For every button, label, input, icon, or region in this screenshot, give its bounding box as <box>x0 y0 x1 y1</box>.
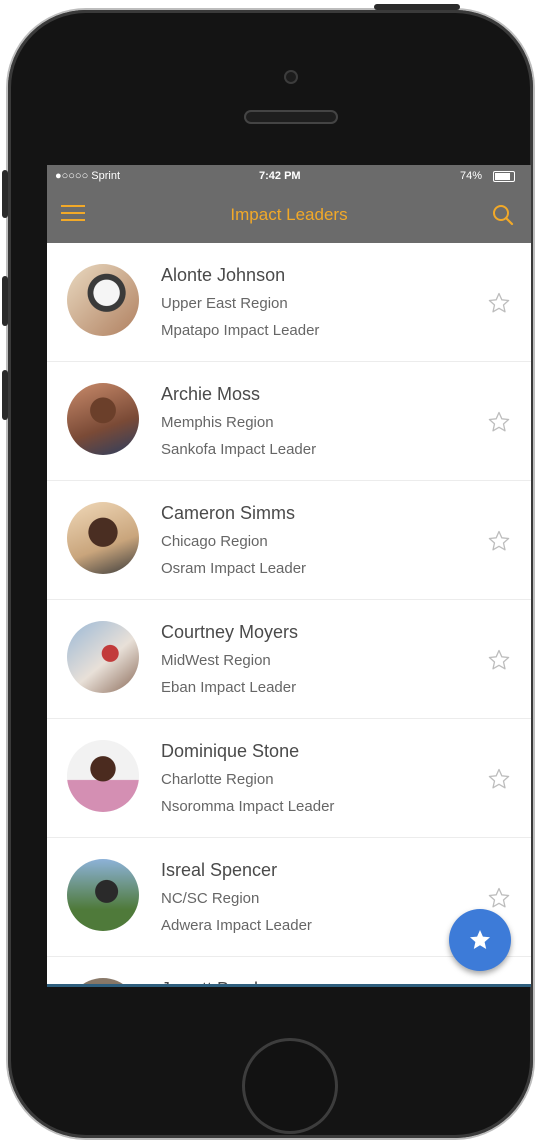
avatar <box>67 859 139 931</box>
screen-bottom-edge <box>47 984 531 987</box>
front-camera <box>284 70 298 84</box>
favorite-star-icon[interactable] <box>487 767 511 791</box>
leader-region: NC/SC Region <box>161 890 260 907</box>
leader-region: Charlotte Region <box>161 771 274 788</box>
favorite-star-icon[interactable] <box>487 410 511 434</box>
leader-row[interactable]: Alonte Johnson Upper East Region Mpatapo I… <box>47 243 531 362</box>
leader-role: Adwera Impact Leader <box>161 917 312 934</box>
star-icon <box>470 930 490 949</box>
leader-region: Memphis Region <box>161 414 274 431</box>
leader-role: Osram Impact Leader <box>161 560 307 577</box>
leader-role: Nsoromma Impact Leader <box>161 798 335 815</box>
leader-name: Courtney Moyers <box>161 622 299 642</box>
favorite-star-icon[interactable] <box>487 291 511 315</box>
earpiece-speaker <box>244 110 338 124</box>
leader-name: Cameron Simms <box>161 503 296 523</box>
page-title: Impact Leaders <box>230 205 348 224</box>
carrier-label: ●○○○○ Sprint <box>55 170 121 182</box>
app-screen: ●○○○○ Sprint 7:42 PM 74% Impact Leaders … <box>47 165 531 987</box>
battery-icon <box>493 171 515 182</box>
leader-region: Chicago Region <box>161 533 268 550</box>
home-button[interactable] <box>242 1038 338 1134</box>
battery-percent: 74% <box>460 170 483 182</box>
favorite-star-icon[interactable] <box>487 529 511 553</box>
avatar <box>67 264 139 336</box>
leader-name: Dominique Stone <box>161 741 300 761</box>
favorite-star-icon[interactable] <box>487 648 511 672</box>
leader-row[interactable]: Cameron Simms Chicago Region Osram Impact … <box>47 481 531 600</box>
clock: 7:42 PM <box>259 170 301 182</box>
status-bar: ●○○○○ Sprint 7:42 PM 74% <box>47 165 531 187</box>
avatar <box>67 740 139 812</box>
leader-region: MidWest Region <box>161 652 271 669</box>
leader-row[interactable]: Archie Moss Memphis Region Sankofa Impact … <box>47 362 531 481</box>
mute-switch <box>2 170 8 218</box>
leader-role: Eban Impact Leader <box>161 679 297 696</box>
volume-down-button <box>2 370 8 420</box>
avatar <box>67 383 139 455</box>
nav-bar: Impact Leaders <box>47 187 531 243</box>
leader-name: Alonte Johnson <box>161 265 286 285</box>
leader-row[interactable]: Courtney Moyers MidWest Region Eban Impact… <box>47 600 531 719</box>
leader-name: Archie Moss <box>161 384 261 404</box>
search-icon[interactable] <box>491 203 515 227</box>
power-button <box>374 4 460 10</box>
avatar <box>67 502 139 574</box>
favorite-star-icon[interactable] <box>487 886 511 910</box>
leader-name: Isreal Spencer <box>161 860 278 880</box>
leader-row[interactable]: Dominique Stone Charlotte Region Nsoromma … <box>47 719 531 838</box>
favorites-fab-button[interactable] <box>449 909 511 971</box>
leader-role: Sankofa Impact Leader <box>161 441 317 458</box>
avatar <box>67 621 139 693</box>
leader-region: Upper East Region <box>161 295 288 312</box>
leader-role: Mpatapo Impact Leader <box>161 322 320 339</box>
volume-up-button <box>2 276 8 326</box>
